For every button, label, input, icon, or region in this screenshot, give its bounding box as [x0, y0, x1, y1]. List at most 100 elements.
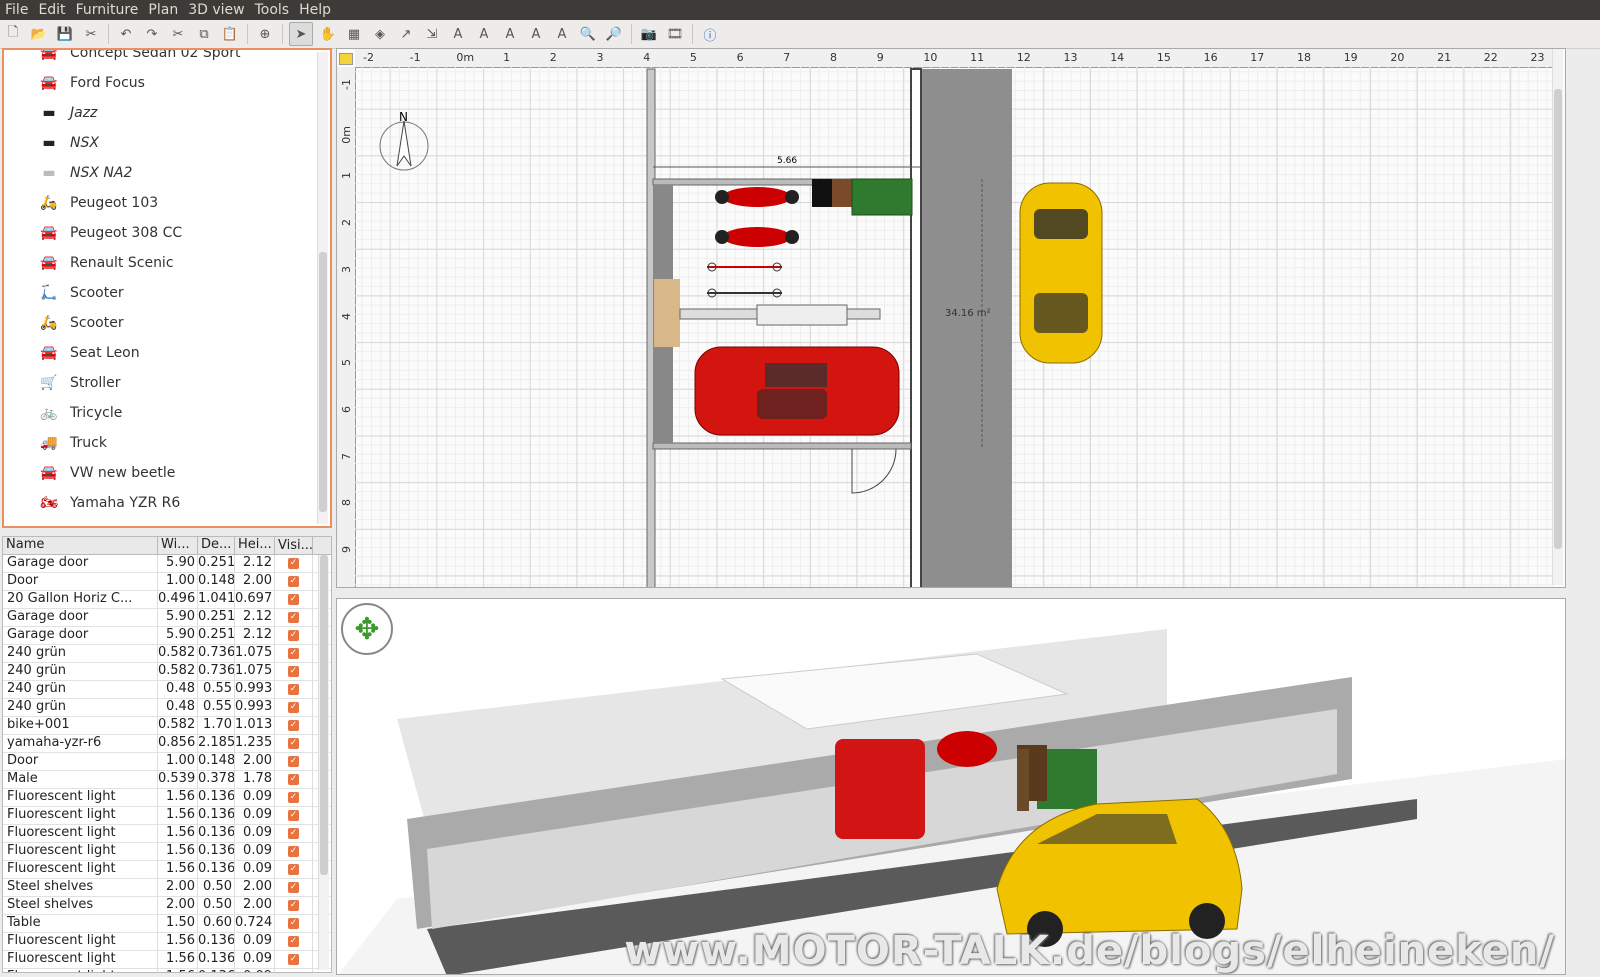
bicycle[interactable]: [707, 262, 782, 272]
table-row[interactable]: Fluorescent light1.560.1360.09 ✓: [3, 807, 331, 825]
table-row[interactable]: 240 grün 0.582 0.736 1.075 ✓: [3, 663, 331, 681]
catalog-item[interactable]: ▬ NSX NA2: [4, 158, 314, 188]
scrollbar-thumb[interactable]: [1554, 89, 1562, 549]
visible-checkbox[interactable]: ✓: [275, 951, 313, 968]
add-furniture-icon[interactable]: ⊕: [254, 23, 276, 45]
checkbox-checked-icon[interactable]: ✓: [288, 810, 299, 821]
column-header-width[interactable]: Wi...: [158, 537, 198, 554]
zoom-out-icon[interactable]: 🔎: [603, 23, 625, 45]
red-car[interactable]: [694, 346, 900, 436]
yellow-car[interactable]: [1019, 182, 1103, 364]
furniture-catalog[interactable]: 🚘 Concept Sedan 02 Sport 🚘 Ford Focus ▬ Jaz…: [2, 48, 332, 528]
catalog-item[interactable]: 🛵 Peugeot 103: [4, 188, 314, 218]
select-arrow-icon[interactable]: ➤: [289, 22, 313, 46]
catalog-item[interactable]: 🛵 Scooter: [4, 308, 314, 338]
column-header-visible[interactable]: Visi...: [275, 537, 313, 554]
text-style-icon[interactable]: A: [473, 23, 495, 45]
cut-icon[interactable]: ✂: [80, 23, 102, 45]
checkbox-checked-icon[interactable]: ✓: [288, 792, 299, 803]
zoom-in-icon[interactable]: 🔍: [577, 23, 599, 45]
visible-checkbox[interactable]: ✓: [275, 645, 313, 662]
checkbox-checked-icon[interactable]: ✓: [288, 684, 299, 695]
table-row[interactable]: bike+001 0.582 1.70 1.013 ✓: [3, 717, 331, 735]
catalog-item[interactable]: 🚘 Concept Sedan 02 Sport: [4, 50, 314, 68]
save-icon[interactable]: 💾: [54, 23, 76, 45]
table-row[interactable]: 240 grün 0.582 0.736 1.075 ✓: [3, 645, 331, 663]
checkbox-checked-icon[interactable]: ✓: [288, 954, 299, 965]
scrollbar-thumb[interactable]: [319, 252, 327, 512]
checkbox-checked-icon[interactable]: ✓: [288, 900, 299, 911]
visible-checkbox[interactable]: ✓: [275, 807, 313, 824]
checkbox-checked-icon[interactable]: ✓: [288, 612, 299, 623]
create-dimensions-icon[interactable]: ⇲: [421, 23, 443, 45]
visible-checkbox[interactable]: ✓: [275, 825, 313, 842]
catalog-item[interactable]: 🚘 VW new beetle: [4, 458, 314, 488]
visible-checkbox[interactable]: ✓: [275, 735, 313, 752]
catalog-item[interactable]: 🏍 Yamaha YZR R6: [4, 488, 314, 518]
checkbox-checked-icon[interactable]: ✓: [288, 756, 299, 767]
table-row[interactable]: Fluorescent light1.560.1360.09 ✓: [3, 969, 331, 973]
checkbox-checked-icon[interactable]: ✓: [288, 594, 299, 605]
checkbox-checked-icon[interactable]: ✓: [288, 558, 299, 569]
visible-checkbox[interactable]: ✓: [275, 609, 313, 626]
bicycle[interactable]: [707, 288, 782, 298]
table-row[interactable]: 20 Gallon Horiz C... 0.496 1.041 0.697 ✓: [3, 591, 331, 609]
menu-file[interactable]: File: [0, 2, 33, 18]
visible-checkbox[interactable]: ✓: [275, 591, 313, 608]
create-rooms-icon[interactable]: ◈: [369, 23, 391, 45]
visible-checkbox[interactable]: ✓: [275, 897, 313, 914]
catalog-item[interactable]: 🚘 Ford Focus: [4, 68, 314, 98]
visible-checkbox[interactable]: ✓: [275, 861, 313, 878]
new-file-icon[interactable]: 🗋: [2, 23, 24, 45]
checkbox-checked-icon[interactable]: ✓: [288, 720, 299, 731]
visible-checkbox[interactable]: ✓: [275, 771, 313, 788]
catalog-item[interactable]: 🚘 Renault Scenic: [4, 248, 314, 278]
table-row[interactable]: Steel shelves 2.00 0.50 2.00 ✓: [3, 879, 331, 897]
text-size-icon[interactable]: A: [551, 23, 573, 45]
text-italic-icon[interactable]: A: [525, 23, 547, 45]
visible-checkbox[interactable]: ✓: [275, 933, 313, 950]
catalog-item[interactable]: 🚲 Tricycle: [4, 398, 314, 428]
plan-view[interactable]: -2 -1 0m 1 2 3 4 5 6 7 8 9 10 11 12 13 14 15 16 17 18 19 20 21 2…: [336, 48, 1566, 588]
menu-tools[interactable]: Tools: [250, 2, 295, 18]
table-row[interactable]: 240 grün 0.48 0.55 0.993 ✓: [3, 699, 331, 717]
checkbox-checked-icon[interactable]: ✓: [288, 666, 299, 677]
table-scrollbar[interactable]: [318, 555, 329, 970]
column-header-depth[interactable]: De...: [198, 537, 235, 554]
table-row[interactable]: 240 grün 0.48 0.55 0.993 ✓: [3, 681, 331, 699]
catalog-item[interactable]: 🚚 Truck: [4, 428, 314, 458]
catalog-item[interactable]: 🚘 Seat Leon: [4, 338, 314, 368]
navigation-arrows-icon[interactable]: ✥: [341, 603, 393, 655]
create-walls-icon[interactable]: ▦: [343, 23, 365, 45]
checkbox-checked-icon[interactable]: ✓: [288, 630, 299, 641]
pan-hand-icon[interactable]: ✋: [317, 23, 339, 45]
motorbike[interactable]: [715, 187, 799, 207]
table-row[interactable]: Garage door 5.90 0.251 2.12 ✓: [3, 627, 331, 645]
menu-help[interactable]: Help: [294, 2, 336, 18]
table-row[interactable]: Fluorescent light1.560.1360.09 ✓: [3, 861, 331, 879]
menu-furniture[interactable]: Furniture: [71, 2, 144, 18]
column-header-name[interactable]: Name: [3, 537, 158, 554]
create-photo-icon[interactable]: 📷: [638, 23, 660, 45]
table-row[interactable]: Table 1.50 0.60 0.724 ✓: [3, 915, 331, 933]
redo-icon[interactable]: ↷: [141, 23, 163, 45]
catalog-scrollbar[interactable]: [317, 52, 328, 524]
table-row[interactable]: Garage door 5.90 0.251 2.12 ✓: [3, 609, 331, 627]
open-folder-icon[interactable]: 📂: [28, 23, 50, 45]
checkbox-checked-icon[interactable]: ✓: [288, 774, 299, 785]
undo-icon[interactable]: ↶: [115, 23, 137, 45]
help-icon[interactable]: ⓘ: [699, 23, 721, 45]
catalog-item[interactable]: 🛒 Stroller: [4, 368, 314, 398]
table-row[interactable]: Male 0.539 0.378 1.78 ✓: [3, 771, 331, 789]
checkbox-checked-icon[interactable]: ✓: [288, 972, 299, 973]
checkbox-checked-icon[interactable]: ✓: [288, 918, 299, 929]
visible-checkbox[interactable]: ✓: [275, 627, 313, 644]
scrollbar-thumb[interactable]: [320, 555, 328, 875]
catalog-item[interactable]: ▬ Jazz: [4, 98, 314, 128]
table-row[interactable]: Steel shelves 2.00 0.50 2.00 ✓: [3, 897, 331, 915]
catalog-item[interactable]: ▬ NSX: [4, 128, 314, 158]
checkbox-checked-icon[interactable]: ✓: [288, 882, 299, 893]
table-row[interactable]: Fluorescent light1.560.1360.09 ✓: [3, 825, 331, 843]
visible-checkbox[interactable]: ✓: [275, 699, 313, 716]
checkbox-checked-icon[interactable]: ✓: [288, 936, 299, 947]
